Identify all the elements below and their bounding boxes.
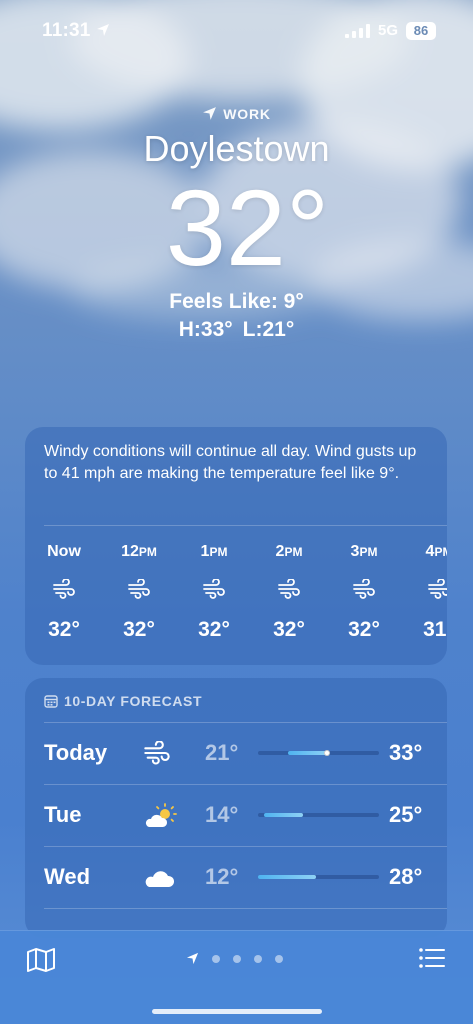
temp-range-fill	[258, 875, 317, 879]
forecast-low: 21°	[205, 740, 239, 765]
wind-icon	[278, 579, 300, 599]
list-icon[interactable]	[418, 946, 446, 970]
home-indicator[interactable]	[152, 1009, 322, 1014]
page-dot[interactable]	[275, 955, 283, 963]
cellular-signal-icon	[345, 24, 370, 38]
forecast-day: Tue	[44, 802, 82, 827]
current-temperature: 32°	[165, 167, 330, 288]
hour-label: 2PM	[275, 543, 303, 560]
map-icon[interactable]	[26, 947, 56, 973]
partly-sunny-icon	[145, 803, 177, 827]
forecast-header: 10-DAY FORECAST	[25, 678, 447, 722]
calendar-icon	[44, 695, 58, 708]
forecast-day: Wed	[44, 864, 91, 889]
hour-temp: 32°	[348, 618, 380, 641]
forecast-low: 12°	[205, 864, 239, 889]
wind-icon	[353, 579, 375, 599]
temp-range-fill	[264, 813, 303, 817]
wind-icon	[128, 579, 150, 599]
low-temp: L:21°	[242, 318, 295, 341]
cloud-icon	[145, 871, 175, 887]
location-arrow-icon	[97, 24, 109, 36]
wind-icon	[144, 741, 170, 765]
temp-range-bar	[258, 750, 379, 756]
forecast-day: Today	[44, 740, 108, 765]
feels-like: Feels Like: 9°	[169, 290, 304, 313]
status-bar: 11:31 5G 86	[0, 0, 473, 60]
forecast-row[interactable]: Today 21° 33°	[25, 723, 447, 784]
wind-icon	[53, 579, 75, 599]
hour-label: 4PM	[425, 543, 447, 560]
weather-summary: Windy conditions will continue all day. …	[44, 443, 417, 482]
page-dot[interactable]	[254, 955, 262, 963]
temp-range-bar	[258, 875, 379, 879]
forecast-low: 14°	[205, 802, 239, 827]
hour-temp: 32°	[198, 618, 230, 641]
forecast-row[interactable]: Tue 14° 25°	[25, 785, 447, 846]
current-temp-dot	[323, 750, 330, 756]
location-arrow-icon	[203, 107, 217, 120]
status-time: 11:31	[42, 20, 91, 41]
wind-icon	[203, 579, 225, 599]
location-arrow-icon	[186, 952, 199, 965]
network-type: 5G	[378, 22, 399, 39]
battery-indicator: 86	[406, 22, 436, 40]
hour-temp: 32°	[123, 618, 155, 641]
hour-temp: 32°	[48, 618, 80, 641]
forecast-header-text: 10-DAY FORECAST	[64, 693, 203, 709]
page-indicator[interactable]	[186, 951, 296, 967]
forecast-high: 33°	[389, 740, 423, 765]
high-temp: H:33°	[178, 318, 233, 341]
temp-range-fill	[288, 751, 329, 755]
forecast-row[interactable]: Wed 12° 28°	[25, 847, 447, 908]
bottom-toolbar	[0, 930, 473, 1024]
forecast-high: 25°	[389, 802, 423, 827]
divider	[44, 908, 447, 909]
high-low: H:33° L:21°	[0, 318, 473, 342]
hour-label: 12PM	[121, 543, 157, 560]
hour-temp: 31°	[423, 618, 447, 641]
hour-label: 1PM	[200, 543, 228, 560]
page-dot[interactable]	[233, 955, 241, 963]
hour-temp: 32°	[273, 618, 305, 641]
hourly-list[interactable]: Now 32° 12PM 32° 1PM 32° 2PM 32° 3PM 32°…	[25, 526, 447, 665]
ten-day-forecast-card[interactable]: 10-DAY FORECAST Today 21° 33° Tue 14° 25…	[25, 678, 447, 938]
city-name: Doylestown	[143, 128, 330, 169]
page-dot[interactable]	[212, 955, 220, 963]
hour-label: Now	[47, 543, 81, 560]
temp-range-bar	[258, 813, 379, 817]
location-label: WORK	[0, 106, 473, 122]
location-label-text: WORK	[223, 106, 271, 122]
forecast-high: 28°	[389, 864, 423, 889]
hour-label: 3PM	[350, 543, 378, 560]
wind-icon	[428, 579, 447, 599]
hourly-forecast-card[interactable]: Windy conditions will continue all day. …	[25, 427, 447, 665]
